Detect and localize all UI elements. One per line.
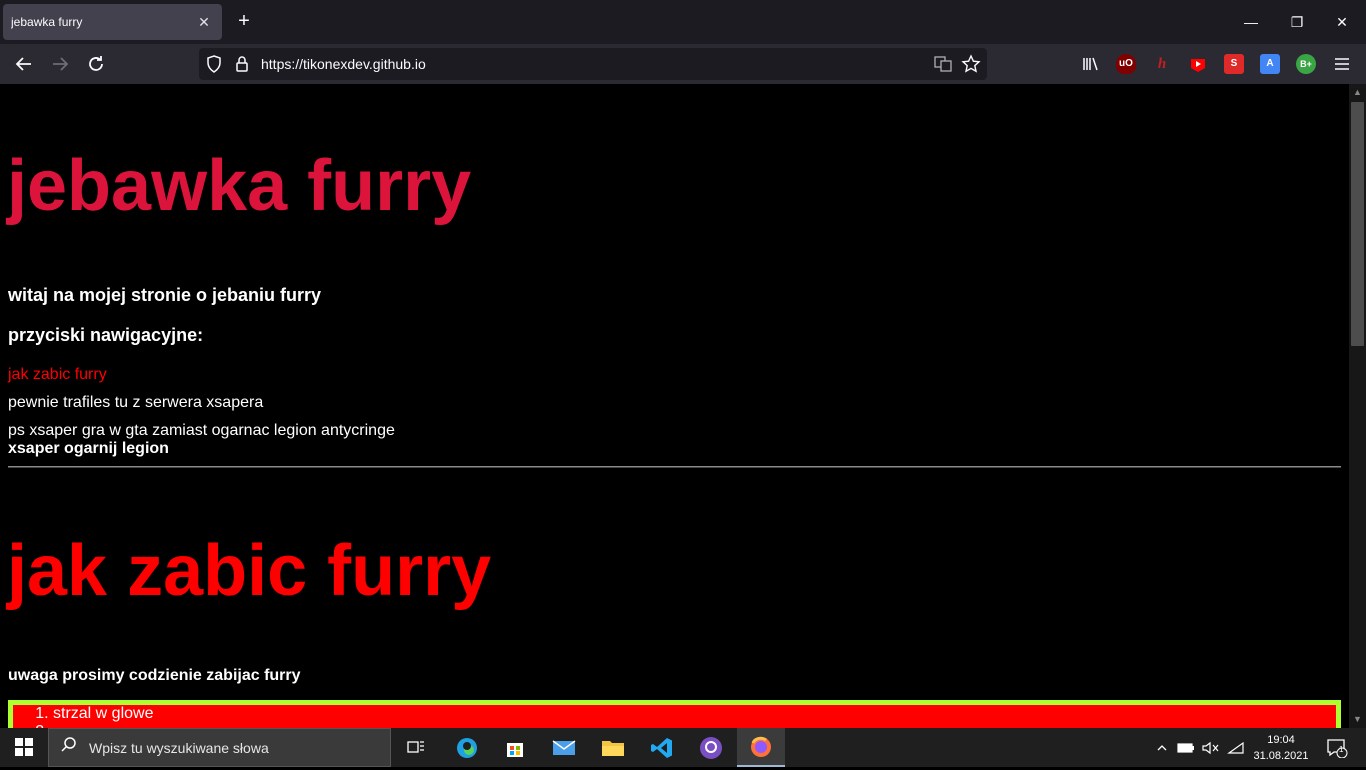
clock-time: 19:04 <box>1267 734 1295 746</box>
bplus-icon[interactable]: B+ <box>1296 54 1316 74</box>
forward-button[interactable] <box>48 52 72 76</box>
shield-icon[interactable] <box>204 54 224 74</box>
section-title: jak zabic furry <box>7 531 492 611</box>
search-placeholder: Wpisz tu wyszukiwane słowa <box>89 739 269 756</box>
firefox-icon[interactable] <box>737 728 785 767</box>
restore-button[interactable]: ❐ <box>1282 8 1312 36</box>
tray-expand-icon[interactable] <box>1154 728 1170 767</box>
url-text: https://tikonexdev.github.io <box>261 56 426 72</box>
scroll-thumb[interactable] <box>1351 102 1364 346</box>
welcome-heading: witaj na mojej stronie o jebaniu furry <box>8 285 322 305</box>
clock-date: 31.08.2021 <box>1253 750 1309 762</box>
tab-active[interactable]: jebawka furry ✕ <box>3 4 222 40</box>
ublock-icon[interactable]: uO <box>1116 54 1136 74</box>
store-icon[interactable] <box>491 728 539 767</box>
warning-text: uwaga prosimy codzienie zabijac furry <box>8 667 301 684</box>
text-xsaper-server: pewnie trafiles tu z serwera xsapera <box>8 394 264 411</box>
h-icon[interactable]: h <box>1152 54 1172 74</box>
start-button[interactable] <box>0 728 48 767</box>
tab-close-icon[interactable]: ✕ <box>194 12 214 32</box>
lock-icon[interactable] <box>232 54 252 74</box>
back-arrow-icon <box>15 57 31 71</box>
text-xsaper-gta: ps xsaper gra w gta zamiast ogarnac legi… <box>8 422 395 439</box>
github-desktop-icon[interactable] <box>687 728 735 767</box>
tab-bar: jebawka furry ✕ + — ❐ ✕ <box>0 0 1366 44</box>
kill-methods-list: strzal w glowe ... <box>53 705 1336 728</box>
nav-heading: przyciski nawigacyjne: <box>8 325 204 345</box>
nav-bar: https://tikonexdev.github.io uO h S A B+ <box>0 44 1366 84</box>
wifi-icon[interactable] <box>1226 728 1246 767</box>
library-icon[interactable] <box>1080 54 1100 74</box>
ordered-list-box: strzal w glowe ... <box>8 700 1341 728</box>
url-bar[interactable]: https://tikonexdev.github.io <box>199 48 987 80</box>
windows-icon <box>15 738 33 756</box>
scroll-down-icon[interactable]: ▼ <box>1352 714 1363 724</box>
reload-button[interactable] <box>84 52 108 76</box>
s-icon[interactable]: S <box>1224 54 1244 74</box>
new-tab-button[interactable]: + <box>232 10 256 34</box>
task-view-icon[interactable] <box>392 728 440 767</box>
translate-page-icon[interactable] <box>933 54 953 74</box>
file-explorer-icon[interactable] <box>589 728 637 767</box>
clock[interactable]: 19:04 31.08.2021 <box>1248 730 1314 766</box>
edge-icon[interactable] <box>443 728 491 767</box>
reload-icon <box>89 56 103 71</box>
link-jak-zabic-furry[interactable]: jak zabic furry <box>8 366 107 384</box>
menu-icon[interactable] <box>1332 54 1352 74</box>
list-item: strzal w glowe <box>53 705 1336 723</box>
forward-arrow-icon <box>53 57 69 71</box>
search-icon <box>49 736 89 759</box>
mail-icon[interactable] <box>540 728 588 767</box>
scroll-up-icon[interactable]: ▲ <box>1352 87 1363 97</box>
tab-title: jebawka furry <box>11 15 83 29</box>
taskbar: Wpisz tu wyszukiwane słowa 19:04 31.08.2… <box>0 728 1366 767</box>
vertical-scrollbar[interactable]: ▲ ▼ <box>1349 84 1366 728</box>
minimize-button[interactable]: — <box>1236 8 1266 36</box>
notifications-icon[interactable]: 1 <box>1320 728 1354 767</box>
bookmark-star-icon[interactable] <box>961 54 981 74</box>
youtube-icon[interactable] <box>1188 54 1208 74</box>
volume-muted-icon[interactable] <box>1200 728 1220 767</box>
bold-note: xsaper ogarnij legion <box>8 440 169 457</box>
taskbar-search[interactable]: Wpisz tu wyszukiwane słowa <box>48 728 391 767</box>
divider <box>8 466 1341 468</box>
vscode-icon[interactable] <box>638 728 686 767</box>
back-button[interactable] <box>12 52 36 76</box>
page-viewport: jebawka furry witaj na mojej stronie o j… <box>0 84 1349 728</box>
translate-icon[interactable]: A <box>1260 54 1280 74</box>
notification-count: 1 <box>1339 745 1344 754</box>
page-title: jebawka furry <box>7 146 472 226</box>
battery-icon[interactable] <box>1176 728 1196 767</box>
close-window-button[interactable]: ✕ <box>1327 8 1357 36</box>
